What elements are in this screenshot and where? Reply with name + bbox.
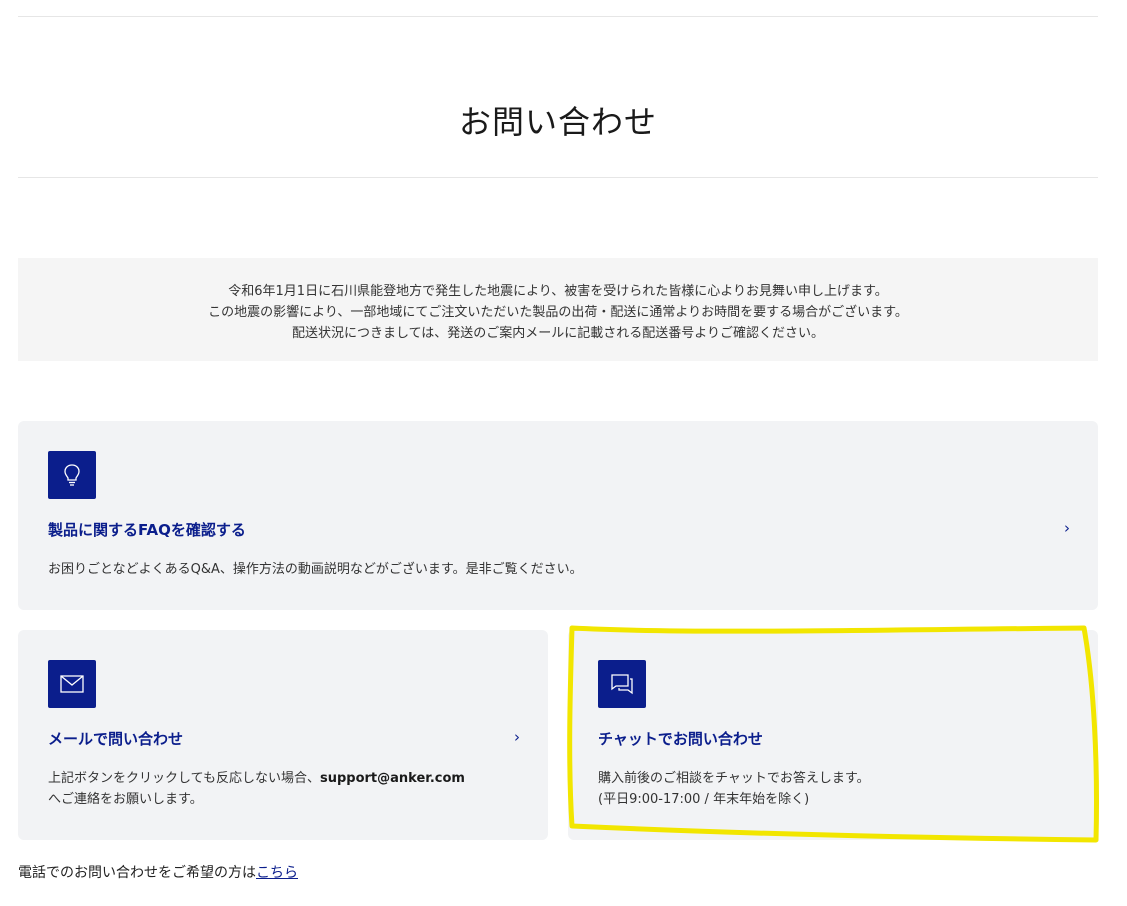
earthquake-notice: 令和6年1月1日に石川県能登地方で発生した地震により、被害を受けられた皆様に心よ…: [18, 258, 1098, 361]
chat-card[interactable]: チャットでお問い合わせ 購入前後のご相談をチャットでお答えします。 (平日9:0…: [568, 630, 1098, 840]
phone-contact-line: 電話でのお問い合わせをご希望の方はこちら: [18, 862, 298, 882]
chat-card-description: 購入前後のご相談をチャットでお答えします。 (平日9:00-17:00 / 年末…: [598, 768, 1078, 810]
mail-card[interactable]: メールで問い合わせ › 上記ボタンをクリックしても反応しない場合、support…: [18, 630, 548, 840]
chat-desc-line: 購入前後のご相談をチャットでお答えします。: [598, 771, 870, 786]
notice-line: 令和6年1月1日に石川県能登地方で発生した地震により、被害を受けられた皆様に心よ…: [228, 284, 888, 299]
faq-card-title: 製品に関するFAQを確認する: [48, 521, 246, 539]
notice-line: この地震の影響により、一部地域にてご注文いただいた製品の出荷・配送に通常よりお時…: [208, 305, 908, 320]
faq-card[interactable]: 製品に関するFAQを確認する › お困りごとなどよくあるQ&A、操作方法の動画説…: [18, 421, 1098, 610]
chat-desc-line: (平日9:00-17:00 / 年末年始を除く): [598, 792, 810, 807]
phone-contact-text: 電話でのお問い合わせをご希望の方は: [18, 865, 256, 881]
chevron-right-icon: ›: [514, 728, 520, 746]
mail-desc-suffix: へご連絡をお願いします。: [48, 792, 203, 807]
contact-page: お問い合わせ 令和6年1月1日に石川県能登地方で発生した地震により、被害を受けら…: [0, 0, 1127, 906]
lightbulb-icon: [48, 451, 96, 499]
faq-card-description: お困りごとなどよくあるQ&A、操作方法の動画説明などがございます。是非ご覧くださ…: [48, 562, 583, 577]
chat-icon: [598, 660, 646, 708]
page-title: お問い合わせ: [458, 103, 657, 142]
mail-desc-prefix: 上記ボタンをクリックしても反応しない場合、: [48, 771, 320, 786]
envelope-icon: [48, 660, 96, 708]
mail-card-title: メールで問い合わせ: [48, 730, 184, 748]
chat-card-title: チャットでお問い合わせ: [598, 730, 763, 748]
title-divider: [18, 177, 1098, 178]
mail-card-description: 上記ボタンをクリックしても反応しない場合、support@anker.com へ…: [48, 768, 528, 810]
support-email: support@anker.com: [319, 771, 465, 786]
notice-line: 配送状況につきましては、発送のご案内メールに記載される配送番号よりご確認ください…: [291, 326, 825, 341]
phone-contact-link[interactable]: こちら: [256, 865, 298, 881]
top-divider: [18, 16, 1098, 17]
chevron-right-icon: ›: [1064, 519, 1070, 537]
